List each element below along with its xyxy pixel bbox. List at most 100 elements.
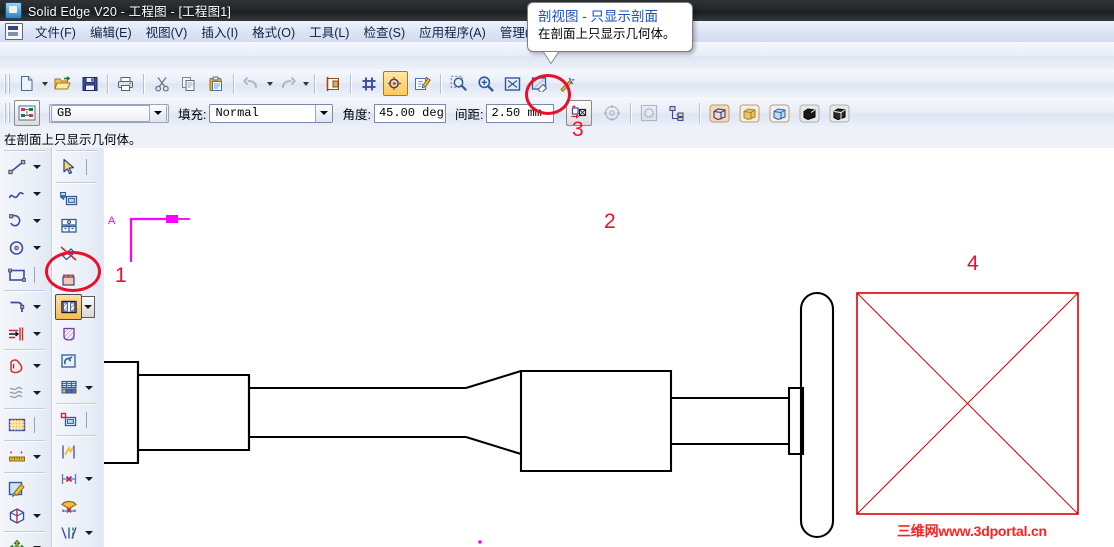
view-layout-icon[interactable] (55, 407, 82, 433)
drawing-canvas[interactable]: A (104, 148, 1114, 547)
symmetry-line-icon[interactable] (55, 520, 82, 546)
fill-combo-arrow[interactable] (315, 104, 333, 122)
broken-out-icon[interactable] (55, 240, 82, 266)
rectangle-tool-icon[interactable] (3, 262, 30, 288)
section-view-caret[interactable] (82, 295, 95, 318)
menu-edit[interactable]: 编辑(E) (83, 20, 139, 43)
display-mode-shaded-with-edges[interactable] (765, 100, 793, 126)
display-mode-black-shaded-edges[interactable] (825, 100, 853, 126)
update-views-icon[interactable] (55, 348, 82, 374)
part-view-tool-icon[interactable] (3, 503, 30, 529)
paint-tool-icon[interactable] (3, 476, 30, 502)
circle-tool-caret[interactable] (30, 237, 43, 259)
layout-panel-icon[interactable] (320, 71, 345, 96)
shading-icon[interactable] (636, 100, 662, 126)
hatch-fill-tool-icon[interactable] (3, 412, 30, 438)
menu-tools[interactable]: 工具(L) (302, 20, 356, 43)
dock-separator (56, 150, 97, 151)
center-mark-icon[interactable] (55, 466, 82, 492)
standard-combo[interactable]: GB (49, 103, 169, 123)
fillet-tool-caret[interactable] (30, 296, 43, 318)
principal-view-icon[interactable] (55, 213, 82, 239)
part-view-tool-caret[interactable] (30, 505, 43, 527)
parts-list-caret[interactable] (82, 377, 95, 399)
new-icon[interactable] (14, 71, 39, 96)
redo-icon[interactable] (275, 71, 300, 96)
trim-tool-caret[interactable] (30, 323, 43, 345)
drawing-view-wizard-icon[interactable] (55, 186, 82, 212)
grid-icon[interactable] (356, 71, 381, 96)
print-icon[interactable] (113, 71, 138, 96)
display-mode-shaded[interactable] (735, 100, 763, 126)
detail-view-icon[interactable] (55, 267, 82, 293)
document-icon[interactable] (5, 23, 23, 40)
toolbar-grip[interactable] (4, 103, 11, 123)
menu-file[interactable]: 文件(F) (28, 20, 83, 43)
region-tool-icon[interactable] (3, 353, 30, 379)
section-view-icon[interactable] (55, 293, 82, 320)
angle-label: 角度: (342, 107, 371, 122)
fillet-tool-icon[interactable] (3, 294, 30, 320)
bolt-circle-icon[interactable] (55, 493, 82, 519)
spacing-field[interactable]: 2.50 mm (486, 103, 555, 123)
arc-tool-icon[interactable] (3, 208, 30, 234)
move-tool-caret[interactable] (30, 537, 43, 547)
parts-list-icon[interactable] (55, 375, 82, 401)
hatch-properties-toolbar: GB 填充: Normal 角度: 45.00 deg 间距: 2.50 mm (0, 97, 1114, 130)
centerline-icon[interactable] (55, 439, 82, 465)
tooltip-body: 在剖面上只显示几何体。 (538, 27, 676, 41)
section-view-display-only-icon[interactable] (566, 100, 593, 126)
region-tool-caret[interactable] (30, 355, 43, 377)
dimension-tool-caret[interactable] (30, 446, 43, 468)
display-mode-black-shaded[interactable] (795, 100, 823, 126)
arc-tool-caret[interactable] (30, 210, 43, 232)
hatch-properties-icon[interactable] (14, 100, 40, 126)
fit-icon[interactable] (500, 71, 525, 96)
display-mode-visible-and-hidden-edges[interactable] (705, 100, 733, 126)
toolbar-separator (350, 73, 351, 94)
curve-tool-icon[interactable] (3, 181, 30, 207)
part-list-icon[interactable] (664, 100, 690, 126)
mesh-tool-caret[interactable] (30, 382, 43, 404)
dock-separator (56, 182, 97, 183)
save-icon[interactable] (77, 71, 102, 96)
alignment-indicator-icon[interactable] (383, 71, 408, 96)
circle-tool-icon[interactable] (3, 235, 30, 261)
view-orientation-icon[interactable] (599, 100, 625, 126)
fill-combo[interactable]: Normal (209, 103, 334, 123)
standard-combo-arrow[interactable] (149, 104, 166, 122)
menu-view[interactable]: 视图(V) (139, 20, 195, 43)
wand-icon[interactable] (554, 71, 579, 96)
undo-icon[interactable] (239, 71, 264, 96)
angle-field[interactable]: 45.00 deg (373, 103, 446, 123)
line-tool-icon[interactable] (3, 154, 30, 180)
select-arrow-icon[interactable] (55, 154, 82, 180)
toolbar-separator (314, 73, 315, 94)
new-dropdown-caret[interactable] (40, 74, 49, 94)
symmetry-line-caret[interactable] (82, 522, 95, 544)
move-tool-icon[interactable] (3, 535, 30, 547)
redo-dropdown-caret[interactable] (301, 74, 310, 94)
curve-tool-caret[interactable] (30, 183, 43, 205)
paste-icon[interactable] (203, 71, 228, 96)
mesh-tool-icon[interactable] (3, 380, 30, 406)
copy-icon[interactable] (176, 71, 201, 96)
line-tool-caret[interactable] (30, 156, 43, 178)
trim-tool-icon[interactable] (3, 321, 30, 347)
toolbar-separator (233, 73, 234, 94)
dimension-tool-icon[interactable] (3, 444, 30, 470)
undo-dropdown-caret[interactable] (265, 74, 274, 94)
menu-insert[interactable]: 插入(I) (194, 20, 245, 43)
menu-inspect[interactable]: 检查(S) (356, 20, 412, 43)
menu-applications[interactable]: 应用程序(A) (412, 20, 493, 43)
menu-format[interactable]: 格式(O) (245, 20, 302, 43)
edit-sheet-icon[interactable] (410, 71, 435, 96)
zoom-area-icon[interactable] (446, 71, 471, 96)
center-mark-caret[interactable] (82, 468, 95, 490)
cutaway-view-icon[interactable] (55, 321, 82, 347)
open-icon[interactable] (50, 71, 75, 96)
toolbar-grip[interactable] (4, 73, 11, 94)
cut-icon[interactable] (149, 71, 174, 96)
pan-icon[interactable] (527, 71, 552, 96)
zoom-icon[interactable] (473, 71, 498, 96)
